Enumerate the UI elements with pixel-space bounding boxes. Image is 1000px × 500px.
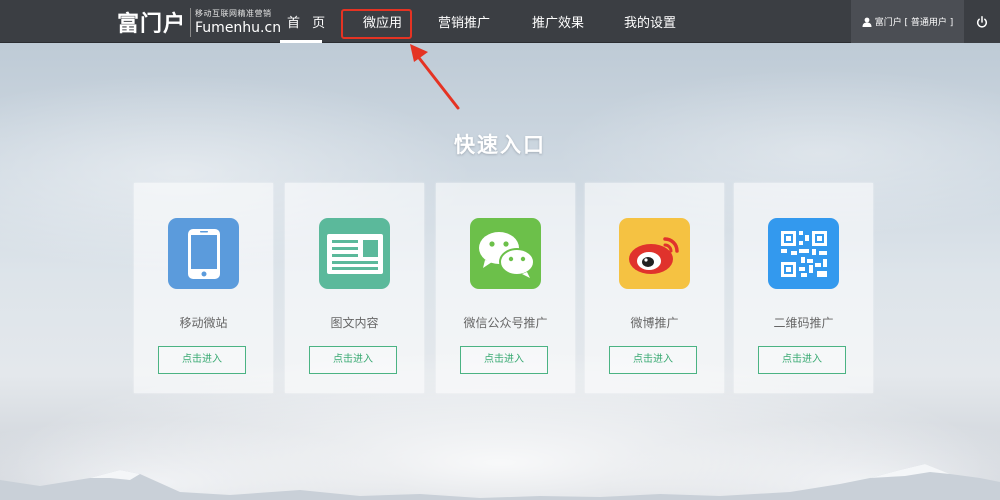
nav-item-promotion-results[interactable]: 推广效果 [523, 0, 593, 43]
nav-item-my-settings[interactable]: 我的设置 [615, 0, 685, 43]
user-label: 富门户 [ 普通用户 ] [874, 18, 954, 28]
top-navigation-bar: 富门户 移动互联网精准营销 Fumenhu.cn 首 页 微应用 营销推广 推广… [0, 0, 1000, 43]
enter-button[interactable]: 点击进入 [460, 346, 548, 374]
quick-entry-title: 快速入口 [454, 133, 546, 157]
nav-item-marketing[interactable]: 营销推广 [429, 0, 499, 43]
mobile-phone-icon[interactable] [168, 218, 239, 289]
enter-button[interactable]: 点击进入 [609, 346, 697, 374]
nav-item-micro-apps[interactable]: 微应用 [354, 0, 411, 43]
card-wechat-promotion: 微信公众号推广 点击进入 [436, 183, 575, 393]
enter-button[interactable]: 点击进入 [309, 346, 397, 374]
logout-button[interactable] [964, 0, 1000, 43]
nav-item-home[interactable]: 首 页 [268, 0, 326, 43]
user-menu[interactable]: 富门户 [ 普通用户 ] [851, 0, 964, 43]
brand-logo[interactable]: 富门户 移动互联网精准营销 Fumenhu.cn [117, 6, 281, 38]
card-label: 微信公众号推广 [463, 316, 548, 330]
card-label: 移动微站 [179, 316, 228, 330]
main-nav: 首 页 微应用 营销推广 推广效果 我的设置 [268, 0, 685, 43]
enter-button[interactable]: 点击进入 [158, 346, 246, 374]
wechat-icon[interactable] [470, 218, 541, 289]
weibo-icon[interactable] [619, 218, 690, 289]
qr-code-icon[interactable] [768, 218, 839, 289]
mountain-background [0, 464, 1000, 500]
enter-button[interactable]: 点击进入 [758, 346, 846, 374]
logo-chinese: 富门户 [117, 12, 187, 37]
card-qr-promotion: 二维码推广 点击进入 [734, 183, 873, 393]
card-weibo-promotion: 微博推广 点击进入 [585, 183, 724, 393]
power-icon [976, 15, 988, 28]
article-icon[interactable] [319, 218, 390, 289]
card-label: 二维码推广 [773, 316, 834, 330]
card-label: 微博推广 [630, 316, 679, 330]
card-mobile-site: 移动微站 点击进入 [134, 183, 273, 393]
card-article-content: 图文内容 点击进入 [285, 183, 424, 393]
user-icon [862, 17, 872, 27]
card-label: 图文内容 [330, 316, 379, 330]
